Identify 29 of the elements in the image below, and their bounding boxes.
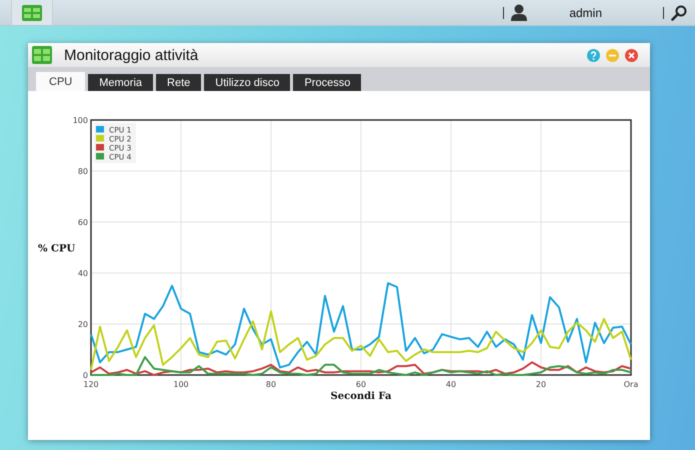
x-axis-label: Secondi Fa: [330, 391, 392, 402]
x-tick-label: 120: [83, 380, 99, 389]
tab[interactable]: CPU: [36, 72, 86, 91]
y-axis-label: % CPU: [38, 244, 76, 254]
y-tick-label: 80: [78, 167, 88, 176]
x-tick-label: 80: [266, 380, 276, 389]
y-tick-label: 100: [72, 116, 88, 125]
x-tick-label: 40: [446, 380, 456, 389]
app-grid-icon: [22, 4, 42, 20]
x-tick-label: 100: [173, 380, 189, 389]
close-icon[interactable]: [625, 48, 638, 62]
help-icon[interactable]: [587, 48, 600, 62]
y-tick-label: 40: [78, 269, 88, 278]
search-icon[interactable]: [671, 4, 687, 20]
x-tick-label: 20: [536, 380, 546, 389]
tab[interactable]: Processo: [293, 74, 362, 91]
x-tick-label: 60: [356, 380, 366, 389]
tab[interactable]: Rete: [156, 74, 202, 91]
y-tick-label: 20: [78, 320, 88, 329]
user-name[interactable]: admin: [569, 6, 602, 20]
app-grid-icon: [32, 46, 52, 64]
window-title: Monitoraggio attività: [64, 46, 198, 64]
tab[interactable]: Utilizzo disco: [204, 74, 290, 91]
y-tick-label: 0: [82, 371, 88, 380]
y-tick-label: 60: [78, 218, 88, 227]
x-tick-label: Ora: [624, 380, 638, 389]
user-icon[interactable]: [511, 4, 528, 21]
app-launcher-button[interactable]: [11, 0, 53, 25]
tab[interactable]: Memoria: [88, 74, 154, 91]
